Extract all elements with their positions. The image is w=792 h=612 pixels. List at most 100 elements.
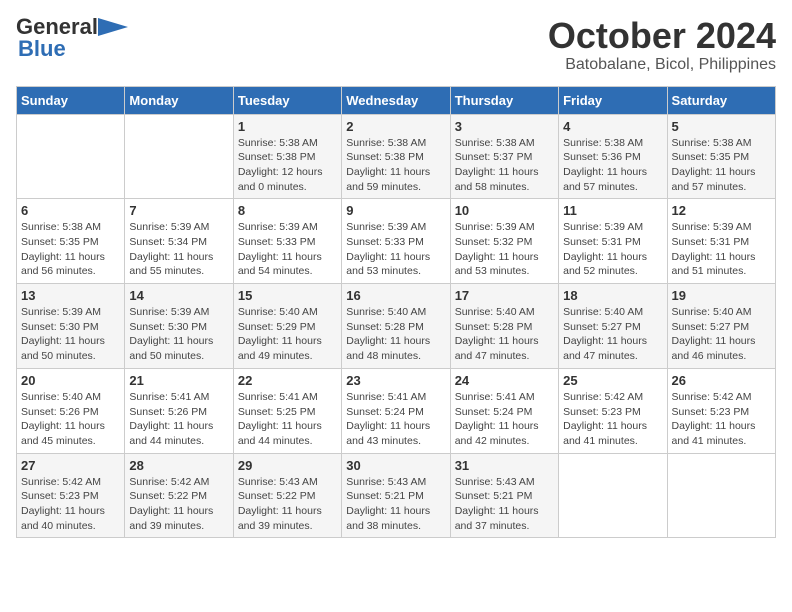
cell-info-text: Sunrise: 5:38 AMSunset: 5:37 PMDaylight:… xyxy=(455,136,554,195)
calendar-cell: 21 Sunrise: 5:41 AMSunset: 5:26 PMDayligh… xyxy=(125,368,233,453)
calendar-cell: 24 Sunrise: 5:41 AMSunset: 5:24 PMDayligh… xyxy=(450,368,558,453)
cell-date-number: 20 xyxy=(21,373,120,388)
cell-info-text: Sunrise: 5:43 AMSunset: 5:21 PMDaylight:… xyxy=(455,475,554,534)
logo-general: General xyxy=(16,16,98,38)
calendar-week-row: 1 Sunrise: 5:38 AMSunset: 5:38 PMDaylight… xyxy=(17,114,776,199)
calendar-cell: 15 Sunrise: 5:40 AMSunset: 5:29 PMDayligh… xyxy=(233,284,341,369)
calendar-week-row: 20 Sunrise: 5:40 AMSunset: 5:26 PMDayligh… xyxy=(17,368,776,453)
calendar-cell: 17 Sunrise: 5:40 AMSunset: 5:28 PMDayligh… xyxy=(450,284,558,369)
day-header-saturday: Saturday xyxy=(667,86,775,114)
cell-date-number: 7 xyxy=(129,203,228,218)
calendar-cell xyxy=(17,114,125,199)
cell-date-number: 19 xyxy=(672,288,771,303)
cell-date-number: 12 xyxy=(672,203,771,218)
cell-date-number: 26 xyxy=(672,373,771,388)
cell-info-text: Sunrise: 5:39 AMSunset: 5:34 PMDaylight:… xyxy=(129,220,228,279)
day-header-sunday: Sunday xyxy=(17,86,125,114)
cell-info-text: Sunrise: 5:38 AMSunset: 5:35 PMDaylight:… xyxy=(672,136,771,195)
calendar-cell: 19 Sunrise: 5:40 AMSunset: 5:27 PMDayligh… xyxy=(667,284,775,369)
logo-blue: Blue xyxy=(18,36,66,61)
cell-info-text: Sunrise: 5:42 AMSunset: 5:23 PMDaylight:… xyxy=(563,390,662,449)
cell-info-text: Sunrise: 5:41 AMSunset: 5:24 PMDaylight:… xyxy=(455,390,554,449)
cell-info-text: Sunrise: 5:41 AMSunset: 5:26 PMDaylight:… xyxy=(129,390,228,449)
day-header-wednesday: Wednesday xyxy=(342,86,450,114)
cell-info-text: Sunrise: 5:41 AMSunset: 5:25 PMDaylight:… xyxy=(238,390,337,449)
cell-date-number: 31 xyxy=(455,458,554,473)
logo-arrow-icon xyxy=(98,18,128,36)
cell-info-text: Sunrise: 5:40 AMSunset: 5:29 PMDaylight:… xyxy=(238,305,337,364)
calendar-cell: 1 Sunrise: 5:38 AMSunset: 5:38 PMDaylight… xyxy=(233,114,341,199)
calendar-table: SundayMondayTuesdayWednesdayThursdayFrid… xyxy=(16,86,776,539)
cell-date-number: 14 xyxy=(129,288,228,303)
calendar-cell: 5 Sunrise: 5:38 AMSunset: 5:35 PMDaylight… xyxy=(667,114,775,199)
cell-date-number: 1 xyxy=(238,119,337,134)
cell-date-number: 8 xyxy=(238,203,337,218)
cell-info-text: Sunrise: 5:38 AMSunset: 5:38 PMDaylight:… xyxy=(346,136,445,195)
logo: General Blue xyxy=(16,16,128,61)
calendar-cell: 16Sunrise: 5:40 AMSunset: 5:28 PMDayligh… xyxy=(342,284,450,369)
calendar-cell: 9Sunrise: 5:39 AMSunset: 5:33 PMDaylight… xyxy=(342,199,450,284)
calendar-cell: 4Sunrise: 5:38 AMSunset: 5:36 PMDaylight… xyxy=(559,114,667,199)
calendar-week-row: 13 Sunrise: 5:39 AMSunset: 5:30 PMDayligh… xyxy=(17,284,776,369)
cell-date-number: 16 xyxy=(346,288,445,303)
calendar-cell: 11 Sunrise: 5:39 AMSunset: 5:31 PMDayligh… xyxy=(559,199,667,284)
cell-date-number: 23 xyxy=(346,373,445,388)
calendar-cell: 14 Sunrise: 5:39 AMSunset: 5:30 PMDayligh… xyxy=(125,284,233,369)
cell-info-text: Sunrise: 5:42 AMSunset: 5:23 PMDaylight:… xyxy=(21,475,120,534)
cell-date-number: 29 xyxy=(238,458,337,473)
calendar-cell: 20 Sunrise: 5:40 AMSunset: 5:26 PMDayligh… xyxy=(17,368,125,453)
calendar-cell: 8 Sunrise: 5:39 AMSunset: 5:33 PMDaylight… xyxy=(233,199,341,284)
cell-date-number: 5 xyxy=(672,119,771,134)
cell-date-number: 3 xyxy=(455,119,554,134)
cell-info-text: Sunrise: 5:39 AMSunset: 5:32 PMDaylight:… xyxy=(455,220,554,279)
calendar-week-row: 27 Sunrise: 5:42 AMSunset: 5:23 PMDayligh… xyxy=(17,453,776,538)
title-block: October 2024 Batobalane, Bicol, Philippi… xyxy=(548,16,776,74)
cell-date-number: 13 xyxy=(21,288,120,303)
cell-info-text: Sunrise: 5:39 AMSunset: 5:33 PMDaylight:… xyxy=(238,220,337,279)
calendar-cell: 18Sunrise: 5:40 AMSunset: 5:27 PMDayligh… xyxy=(559,284,667,369)
calendar-cell: 26 Sunrise: 5:42 AMSunset: 5:23 PMDayligh… xyxy=(667,368,775,453)
cell-info-text: Sunrise: 5:40 AMSunset: 5:27 PMDaylight:… xyxy=(672,305,771,364)
cell-date-number: 24 xyxy=(455,373,554,388)
cell-info-text: Sunrise: 5:39 AMSunset: 5:30 PMDaylight:… xyxy=(129,305,228,364)
cell-date-number: 30 xyxy=(346,458,445,473)
cell-info-text: Sunrise: 5:40 AMSunset: 5:28 PMDaylight:… xyxy=(455,305,554,364)
cell-info-text: Sunrise: 5:40 AMSunset: 5:26 PMDaylight:… xyxy=(21,390,120,449)
calendar-week-row: 6Sunrise: 5:38 AMSunset: 5:35 PMDaylight… xyxy=(17,199,776,284)
cell-date-number: 2 xyxy=(346,119,445,134)
cell-date-number: 22 xyxy=(238,373,337,388)
cell-info-text: Sunrise: 5:39 AMSunset: 5:33 PMDaylight:… xyxy=(346,220,445,279)
calendar-cell: 2 Sunrise: 5:38 AMSunset: 5:38 PMDaylight… xyxy=(342,114,450,199)
cell-date-number: 10 xyxy=(455,203,554,218)
calendar-cell: 12Sunrise: 5:39 AMSunset: 5:31 PMDayligh… xyxy=(667,199,775,284)
cell-date-number: 21 xyxy=(129,373,228,388)
cell-info-text: Sunrise: 5:38 AMSunset: 5:36 PMDaylight:… xyxy=(563,136,662,195)
cell-info-text: Sunrise: 5:42 AMSunset: 5:23 PMDaylight:… xyxy=(672,390,771,449)
cell-info-text: Sunrise: 5:41 AMSunset: 5:24 PMDaylight:… xyxy=(346,390,445,449)
calendar-cell xyxy=(559,453,667,538)
calendar-cell: 23 Sunrise: 5:41 AMSunset: 5:24 PMDayligh… xyxy=(342,368,450,453)
calendar-cell: 10 Sunrise: 5:39 AMSunset: 5:32 PMDayligh… xyxy=(450,199,558,284)
day-header-thursday: Thursday xyxy=(450,86,558,114)
cell-info-text: Sunrise: 5:43 AMSunset: 5:22 PMDaylight:… xyxy=(238,475,337,534)
page-subtitle: Batobalane, Bicol, Philippines xyxy=(548,56,776,74)
cell-info-text: Sunrise: 5:42 AMSunset: 5:22 PMDaylight:… xyxy=(129,475,228,534)
calendar-cell xyxy=(125,114,233,199)
calendar-cell: 22 Sunrise: 5:41 AMSunset: 5:25 PMDayligh… xyxy=(233,368,341,453)
cell-info-text: Sunrise: 5:39 AMSunset: 5:30 PMDaylight:… xyxy=(21,305,120,364)
cell-date-number: 17 xyxy=(455,288,554,303)
day-header-friday: Friday xyxy=(559,86,667,114)
cell-date-number: 25 xyxy=(563,373,662,388)
cell-date-number: 27 xyxy=(21,458,120,473)
calendar-cell: 6Sunrise: 5:38 AMSunset: 5:35 PMDaylight… xyxy=(17,199,125,284)
calendar-cell: 30Sunrise: 5:43 AMSunset: 5:21 PMDayligh… xyxy=(342,453,450,538)
calendar-cell xyxy=(667,453,775,538)
cell-date-number: 11 xyxy=(563,203,662,218)
cell-info-text: Sunrise: 5:38 AMSunset: 5:38 PMDaylight:… xyxy=(238,136,337,195)
cell-info-text: Sunrise: 5:39 AMSunset: 5:31 PMDaylight:… xyxy=(563,220,662,279)
cell-info-text: Sunrise: 5:40 AMSunset: 5:27 PMDaylight:… xyxy=(563,305,662,364)
calendar-cell: 3 Sunrise: 5:38 AMSunset: 5:37 PMDaylight… xyxy=(450,114,558,199)
day-header-tuesday: Tuesday xyxy=(233,86,341,114)
cell-date-number: 15 xyxy=(238,288,337,303)
calendar-cell: 27 Sunrise: 5:42 AMSunset: 5:23 PMDayligh… xyxy=(17,453,125,538)
